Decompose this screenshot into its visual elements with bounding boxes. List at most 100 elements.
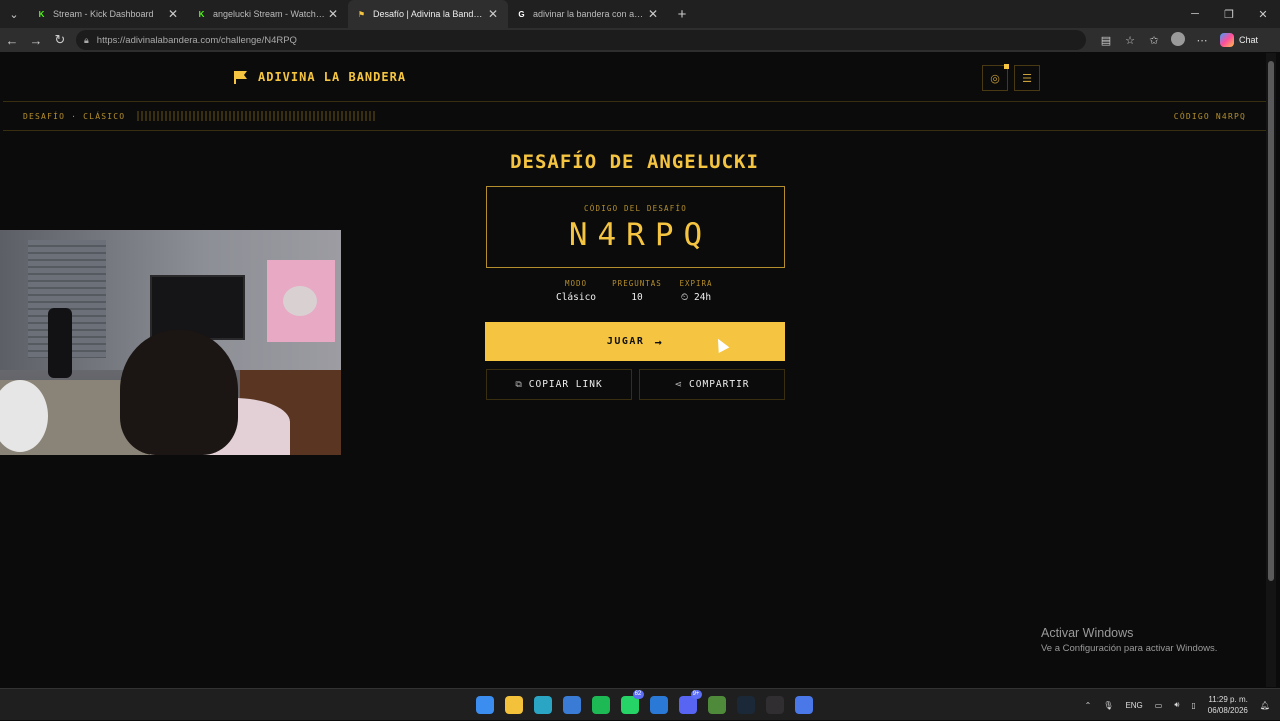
steam-icon[interactable] — [736, 696, 755, 714]
system-tray: ⌃ 🎙︎ ENG ▭ 🔊︎ ▯ 11:29 p. m. 06/08/2026 🔔… — [1073, 689, 1270, 721]
obs-icon[interactable] — [765, 696, 784, 714]
challenge-strip: DESAFÍO · CLÁSICO CÓDIGO N4RPQ — [3, 101, 1266, 131]
copilot-icon — [1220, 33, 1234, 47]
maximize-icon[interactable]: ❐ — [1212, 0, 1246, 28]
clock[interactable]: 11:29 p. m. 06/08/2026 — [1208, 694, 1248, 716]
challenge-code-box: CÓDIGO DEL DESAFÍO N4RPQ — [486, 186, 785, 268]
more-options-icon[interactable]: ⋯ — [1190, 34, 1214, 47]
url-text: https://adivinalabandera.com/challenge/N… — [96, 34, 297, 46]
meta-value: Clásico — [555, 292, 597, 303]
share-button[interactable]: ⋖ COMPARTIR — [639, 369, 785, 400]
meta-expires: EXPIRA ⏲ 24h — [673, 279, 719, 303]
back-icon[interactable]: ← — [0, 33, 24, 48]
user-icon: ◎ — [990, 72, 1000, 85]
windows-activation-watermark: Activar Windows Ve a Configuración para … — [1041, 626, 1217, 654]
scrollbar-thumb[interactable] — [1268, 61, 1274, 581]
webcam-poster — [267, 260, 335, 342]
tab-favicon-icon: G — [518, 9, 525, 19]
menu-button[interactable]: ☰ — [1014, 65, 1040, 91]
flag-icon — [234, 71, 247, 84]
meta-key: EXPIRA — [679, 279, 713, 288]
page-title: DESAFÍO DE ANGELUCKI — [510, 151, 759, 173]
account-button[interactable]: ◎ — [982, 64, 1009, 91]
edge-icon[interactable] — [533, 696, 552, 714]
favorite-star-icon[interactable]: ☆ — [1118, 34, 1142, 47]
meta-value: ⏲ 24h — [680, 292, 712, 303]
notification-dot — [1004, 64, 1009, 69]
tab-title: Desafío | Adivina la Bandera — [373, 9, 486, 19]
file-explorer-icon[interactable] — [504, 696, 523, 714]
minecraft-icon[interactable] — [707, 696, 726, 714]
notification-badge: 9+ — [690, 690, 702, 699]
watermark-subtitle: Ve a Configuración para activar Windows. — [1041, 643, 1218, 654]
tab-strip: K Stream - Kick Dashboard ✕ Kangelucki Stre… — [28, 0, 668, 28]
clock-time: 11:29 p. m. — [1208, 695, 1248, 704]
profile-avatar[interactable] — [1166, 31, 1190, 49]
tab-close-icon[interactable]: ✕ — [486, 7, 500, 21]
discord-icon[interactable]: 9+ — [678, 690, 702, 714]
meta-key: MODO — [564, 279, 588, 288]
taskbar-apps: 62 9+ — [470, 690, 818, 714]
logo-text: ADIVINA LA BANDERA — [258, 70, 407, 84]
mode-breadcrumb: DESAFÍO · CLÁSICO — [23, 111, 126, 121]
site-logo[interactable]: ADIVINA LA BANDERA — [233, 70, 406, 84]
language-indicator[interactable]: ENG — [1125, 701, 1142, 710]
volume-icon[interactable]: 🔊︎ — [1174, 700, 1179, 710]
copy-label: COPIAR LINK — [528, 379, 603, 390]
copy-link-button[interactable]: ⧉ COPIAR LINK — [486, 369, 632, 400]
page-scrollbar[interactable] — [1266, 53, 1276, 687]
forward-icon[interactable]: → — [24, 33, 48, 48]
webcam-microphone — [48, 308, 72, 378]
lock-icon: 🔒︎ — [84, 34, 89, 45]
spotify-icon[interactable] — [591, 696, 610, 714]
meta-mode: MODO Clásico — [551, 279, 601, 303]
tab-title: Stream - Kick Dashboard — [53, 9, 154, 19]
tab-close-icon[interactable]: ✕ — [646, 7, 660, 21]
browser-tab[interactable]: Kangelucki Stream - Watch Live on Kick✕ — [188, 0, 348, 28]
tab-close-icon[interactable]: ✕ — [326, 7, 340, 21]
notes-icon[interactable] — [794, 696, 813, 714]
clock-date: 06/08/2026 — [1207, 706, 1248, 715]
store-icon[interactable] — [562, 696, 581, 714]
tab-title: adivinar la bandera con amigos - Buscar … — [533, 9, 646, 19]
tab-close-icon[interactable]: ✕ — [166, 7, 180, 21]
refresh-icon[interactable]: ↻ — [48, 32, 72, 48]
tab-favicon-icon: ⚑ — [357, 9, 366, 19]
network-icon[interactable]: ▭ — [1155, 701, 1163, 710]
battery-icon[interactable]: ▯ — [1191, 701, 1195, 710]
microphone-icon[interactable]: 🎙︎ — [1103, 701, 1113, 710]
browser-tab[interactable]: Gadivinar la bandera con amigos - Buscar… — [508, 0, 668, 28]
play-button[interactable]: JUGAR → — [485, 322, 785, 361]
challenge-code: N4RPQ — [568, 217, 713, 253]
chat-label: Chat — [1239, 35, 1259, 45]
share-label: COMPARTIR — [689, 379, 750, 390]
tab-bar: ⌄ K Stream - Kick Dashboard ✕ Kangelucki St… — [0, 0, 1280, 28]
share-icon: ⋖ — [674, 379, 684, 390]
strip-code: CÓDIGO N4RPQ — [1173, 111, 1246, 121]
hamburger-icon: ☰ — [1022, 72, 1032, 85]
webcam-overlay — [0, 230, 341, 455]
copilot-chat-button[interactable]: Chat — [1220, 33, 1258, 47]
new-tab-button[interactable]: + — [668, 6, 696, 23]
copy-icon: ⧉ — [515, 379, 523, 390]
notifications-icon[interactable]: 🔔︎ — [1260, 701, 1270, 710]
tab-actions-menu-icon[interactable]: ⌄ — [0, 0, 28, 28]
close-window-icon[interactable]: ✕ — [1246, 0, 1280, 28]
taskbar: 62 9+ ⌃ 🎙︎ ENG ▭ 🔊︎ ▯ 11:29 p. m. 06/08/2… — [0, 688, 1280, 720]
play-label: JUGAR — [606, 336, 645, 347]
windows-start-icon[interactable] — [475, 696, 494, 714]
outlook-icon[interactable] — [649, 696, 668, 714]
minimize-icon[interactable]: ─ — [1178, 0, 1212, 28]
tab-favicon-icon: K — [198, 9, 205, 19]
window-controls: ─ ❐ ✕ — [1178, 0, 1280, 28]
reader-view-icon[interactable]: ▤ — [1094, 34, 1118, 47]
browser-tab[interactable]: ⚑ Desafío | Adivina la Bandera ✕ — [348, 0, 508, 28]
tray-overflow-icon[interactable]: ⌃ — [1085, 701, 1092, 710]
decorative-bar — [137, 111, 378, 121]
url-field[interactable]: 🔒︎ https://adivinalabandera.com/challeng… — [76, 30, 1086, 50]
whatsapp-icon[interactable]: 62 — [620, 690, 644, 714]
code-label: CÓDIGO DEL DESAFÍO — [584, 204, 687, 213]
favorites-icon[interactable]: ✩ — [1142, 34, 1166, 47]
browser-tab[interactable]: K Stream - Kick Dashboard ✕ — [28, 0, 188, 28]
tab-title: angelucki Stream - Watch Live on Kick — [213, 9, 326, 19]
